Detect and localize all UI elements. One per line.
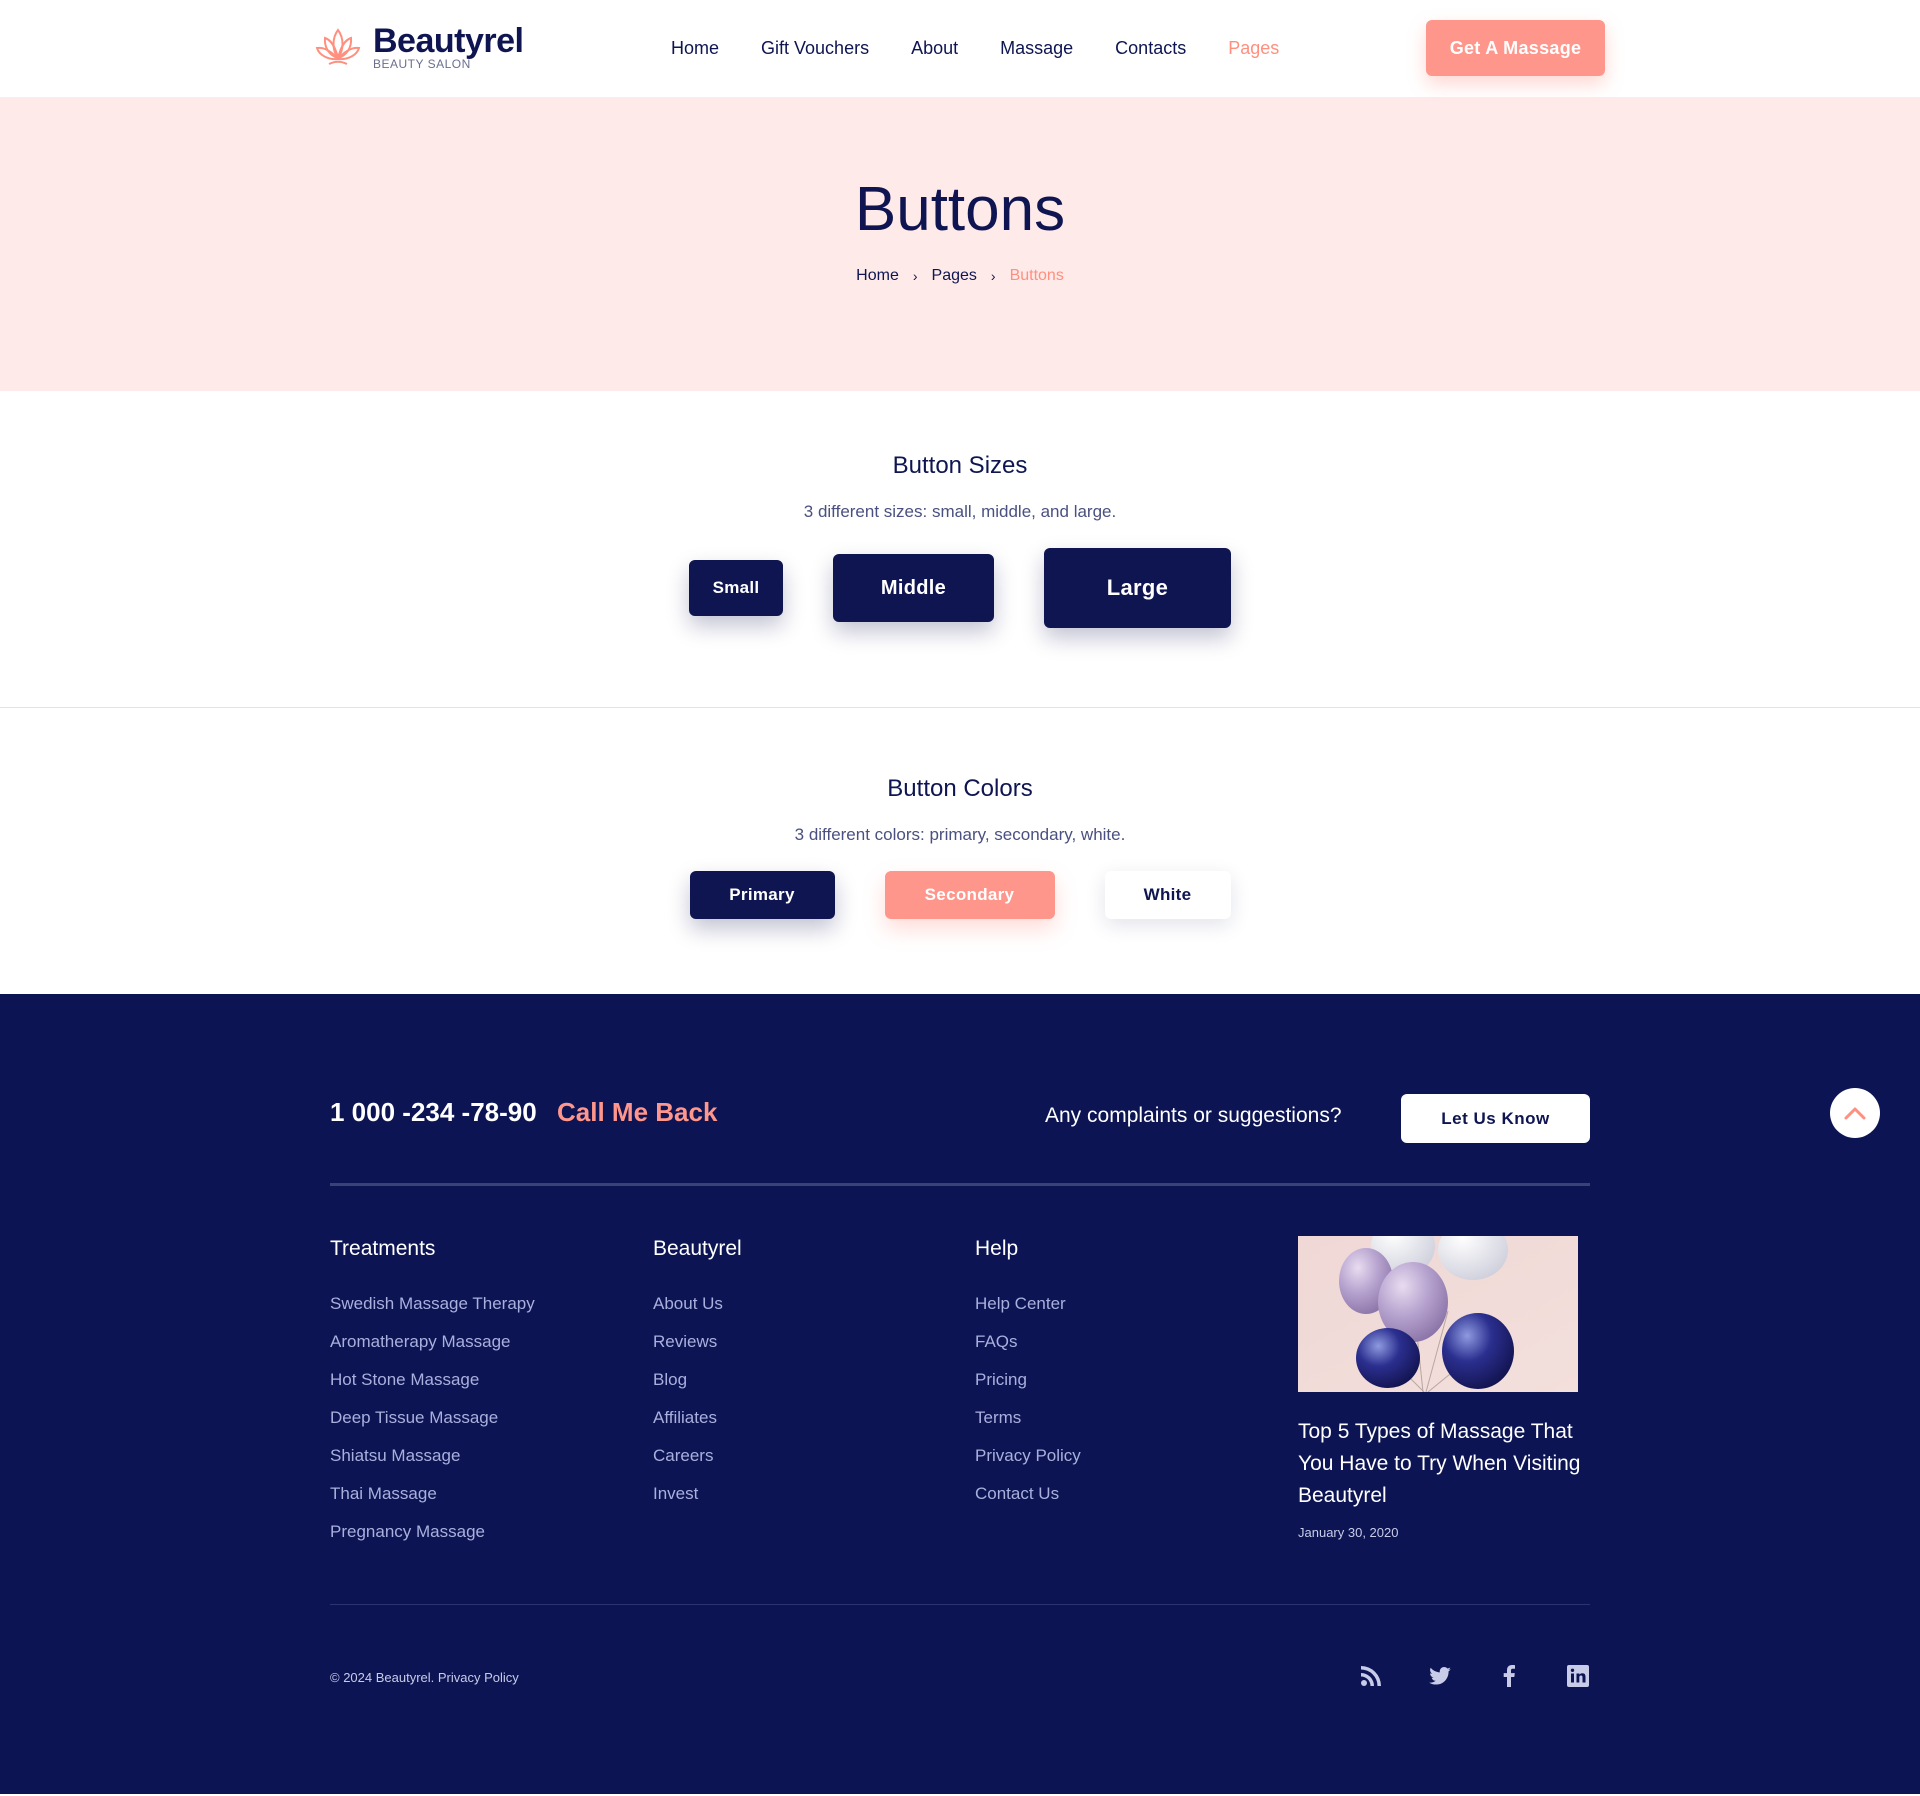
logo[interactable]: Beautyrel BEAUTY SALON [313, 22, 524, 72]
footer-column-treatments: Treatments Swedish Massage Therapy Aroma… [330, 1236, 535, 1560]
footer-link[interactable]: Pricing [975, 1370, 1081, 1390]
facebook-icon[interactable] [1494, 1661, 1524, 1691]
breadcrumb-home[interactable]: Home [856, 267, 899, 285]
footer-link[interactable]: Privacy Policy [975, 1446, 1081, 1466]
blog-post-date: January 30, 2020 [1298, 1525, 1399, 1540]
size-buttons-row: Small Middle Large [0, 548, 1920, 628]
color-buttons-row: Primary Secondary White [0, 871, 1920, 919]
footer-column-title: Help [975, 1237, 1019, 1260]
copyright-text: © 2024 Beautyrel. [330, 1670, 435, 1685]
site-footer: 1 000 -234 -78-90 Call Me Back Any compl… [0, 994, 1920, 1794]
balloons-image [1298, 1236, 1578, 1392]
rss-icon[interactable] [1356, 1661, 1386, 1691]
button-colors-heading: Button Colors [887, 775, 1033, 802]
nav-home[interactable]: Home [671, 37, 719, 59]
footer-column-help: Help Help Center FAQs Pricing Terms Priv… [975, 1236, 1081, 1522]
footer-link[interactable]: Thai Massage [330, 1484, 535, 1504]
nav-gift-vouchers[interactable]: Gift Vouchers [761, 37, 869, 59]
footer-link[interactable]: FAQs [975, 1332, 1081, 1352]
footer-link[interactable]: Deep Tissue Massage [330, 1408, 535, 1428]
footer-bottom-divider [330, 1604, 1590, 1605]
blog-post-image[interactable] [1298, 1236, 1578, 1392]
footer-link[interactable]: Swedish Massage Therapy [330, 1294, 535, 1314]
chevron-right-icon: › [912, 268, 918, 284]
nav-pages[interactable]: Pages [1228, 37, 1279, 59]
footer-link[interactable]: Affiliates [653, 1408, 742, 1428]
lotus-icon [315, 28, 361, 65]
footer-link[interactable]: Contact Us [975, 1484, 1081, 1504]
page-title: Buttons [854, 175, 1066, 244]
primary-button[interactable]: Primary [689, 871, 835, 919]
footer-column-title: Beautyrel [653, 1237, 742, 1260]
button-sizes-section: Button Sizes 3 different sizes: small, m… [0, 391, 1920, 708]
blog-post-title[interactable]: Top 5 Types of Massage That You Have to … [1298, 1416, 1598, 1512]
footer-link[interactable]: Pregnancy Massage [330, 1522, 535, 1542]
footer-link[interactable]: Blog [653, 1370, 742, 1390]
large-button[interactable]: Large [1044, 548, 1231, 628]
site-header: Beautyrel BEAUTY SALON Home Gift Voucher… [0, 0, 1920, 97]
let-us-know-button[interactable]: Let Us Know [1401, 1094, 1590, 1143]
footer-link[interactable]: Shiatsu Massage [330, 1446, 535, 1466]
nav-about[interactable]: About [911, 37, 958, 59]
nav-contacts[interactable]: Contacts [1115, 37, 1186, 59]
footer-link[interactable]: Aromatherapy Massage [330, 1332, 535, 1352]
footer-link[interactable]: Hot Stone Massage [330, 1370, 535, 1390]
social-links [1356, 1661, 1632, 1691]
white-button[interactable]: White [1104, 871, 1231, 919]
small-button[interactable]: Small [689, 560, 783, 616]
button-colors-description: 3 different colors: primary, secondary, … [794, 825, 1126, 844]
button-sizes-description: 3 different sizes: small, middle, and la… [803, 502, 1117, 521]
scroll-to-top-button[interactable] [1830, 1088, 1880, 1138]
twitter-icon[interactable] [1425, 1661, 1455, 1691]
phone-number[interactable]: 1 000 -234 -78-90 [330, 1097, 537, 1128]
chevron-right-icon: › [990, 268, 996, 284]
footer-link[interactable]: Careers [653, 1446, 742, 1466]
footer-link[interactable]: Help Center [975, 1294, 1081, 1314]
privacy-policy-link[interactable]: Privacy Policy [438, 1670, 519, 1685]
footer-link[interactable]: Terms [975, 1408, 1081, 1428]
button-sizes-heading: Button Sizes [892, 452, 1028, 479]
breadcrumb-pages[interactable]: Pages [932, 267, 977, 285]
footer-link[interactable]: About Us [653, 1294, 742, 1314]
secondary-button[interactable]: Secondary [884, 871, 1055, 919]
middle-button[interactable]: Middle [833, 554, 994, 622]
linkedin-icon[interactable] [1563, 1661, 1593, 1691]
footer-column-title: Treatments [330, 1237, 436, 1260]
copyright: © 2024 Beautyrel. Privacy Policy [330, 1670, 519, 1685]
footer-divider [330, 1183, 1590, 1186]
main-nav: Home Gift Vouchers About Massage Contact… [671, 37, 1321, 59]
logo-tagline: BEAUTY SALON [373, 57, 471, 71]
complaints-text: Any complaints or suggestions? [1045, 1104, 1342, 1127]
page-hero: Buttons Home › Pages › Buttons [0, 97, 1920, 391]
get-a-massage-button[interactable]: Get A Massage [1426, 20, 1605, 76]
button-colors-section: Button Colors 3 different colors: primar… [0, 708, 1920, 994]
nav-massage[interactable]: Massage [1000, 37, 1073, 59]
footer-link[interactable]: Reviews [653, 1332, 742, 1352]
breadcrumb: Home › Pages › Buttons [0, 267, 1920, 285]
call-me-back-link[interactable]: Call Me Back [557, 1097, 717, 1128]
logo-name: Beautyrel [373, 22, 524, 60]
footer-column-beautyrel: Beautyrel About Us Reviews Blog Affiliat… [653, 1236, 742, 1522]
footer-link[interactable]: Invest [653, 1484, 742, 1504]
chevron-up-icon [1844, 1107, 1866, 1120]
breadcrumb-current: Buttons [1009, 267, 1064, 284]
